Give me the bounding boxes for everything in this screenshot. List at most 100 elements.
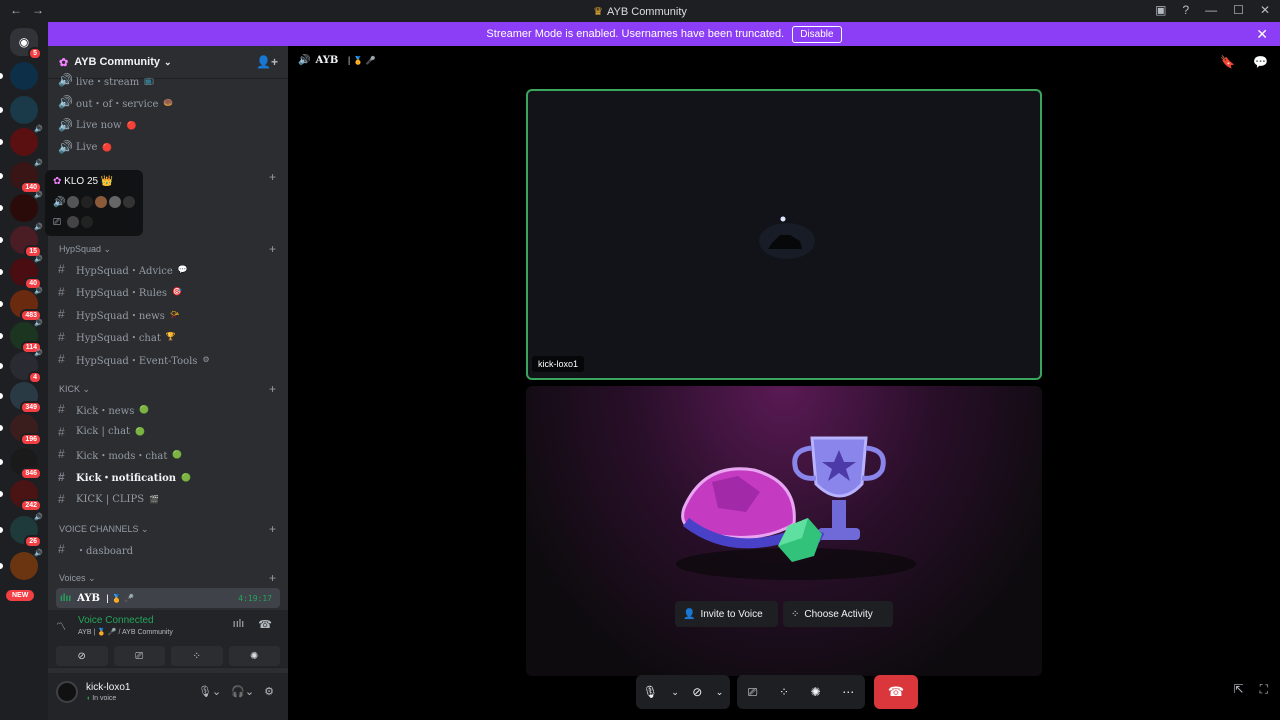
server-icon[interactable]: 242 <box>10 480 42 512</box>
server-icon[interactable]: 196 <box>10 414 42 446</box>
settings-gear-icon[interactable]: ⚙ <box>264 685 274 698</box>
server-icon[interactable] <box>10 96 38 124</box>
channel-item[interactable]: # HypSquad・Event-Tools ⚙ <box>58 349 210 369</box>
chat-bubble-icon[interactable]: 💬 <box>1253 55 1268 69</box>
chevron-down-icon[interactable]: ⌄ <box>671 687 679 698</box>
camera-off-button[interactable]: ⊘ <box>56 646 108 666</box>
username[interactable]: kick-loxo1 <box>86 682 130 693</box>
soundboard-icon[interactable]: ✺ <box>811 685 821 699</box>
invite-to-voice-button[interactable]: 👤 Invite to Voice <box>675 601 778 627</box>
server-hover-popup: ✿ KLO 25 👑 🔊 ⎚ <box>45 170 143 236</box>
speaker-icon: 🔊 <box>58 140 73 154</box>
channel-emoji-icon: 🟢 <box>172 449 183 459</box>
server-icon[interactable]: 🔊 483 <box>10 288 43 322</box>
disable-button[interactable]: Disable <box>792 25 842 43</box>
avatar <box>67 196 80 208</box>
stream-icon: ⎚ <box>53 216 61 228</box>
chevron-down-icon: ⌄ <box>85 573 96 583</box>
chevron-down-icon[interactable]: ⌄ <box>716 687 724 698</box>
mention-badge: 196 <box>20 433 42 446</box>
server-icon[interactable]: 🔊 4 <box>10 350 43 384</box>
choose-activity-button[interactable]: ⁘ Choose Activity <box>783 601 893 627</box>
invite-people-icon[interactable]: 👤+ <box>256 55 278 69</box>
category-header[interactable]: VOICE CHANNELS ⌄ <box>59 524 149 535</box>
server-icon[interactable]: 🔊 40 <box>10 256 43 290</box>
headphones-icon[interactable]: 🎧⌄ <box>231 685 254 698</box>
bookmark-icon[interactable]: 🔖 <box>1220 55 1235 69</box>
close-window-icon[interactable]: ✕ <box>1260 3 1270 17</box>
channel-item[interactable]: # Kick・notification 🟢 <box>58 467 191 487</box>
voice-location[interactable]: AYB | 🏅 🎤 / AYB Community <box>78 628 173 636</box>
channel-item[interactable]: # HypSquad・Rules 🎯 <box>58 282 182 302</box>
server-icon[interactable]: 🔊 <box>10 550 43 580</box>
speaker-icon: 🔊 <box>34 550 43 557</box>
disconnect-button[interactable]: ☎ <box>874 675 918 709</box>
channel-item[interactable]: # Kick | chat 🟢 <box>58 422 145 442</box>
server-icon[interactable] <box>10 62 38 90</box>
hash-icon: # <box>58 469 65 484</box>
camera-off-icon[interactable]: ⊘ <box>692 685 702 699</box>
fullscreen-icon[interactable]: ⛶ <box>1260 682 1268 697</box>
signal-icon[interactable]: 〽 <box>56 618 66 633</box>
channel-item[interactable]: # HypSquad・news 📯 <box>58 304 180 324</box>
screen-share-button[interactable]: ⎚ <box>113 646 165 666</box>
category-header[interactable]: KICK ⌄ <box>59 384 90 395</box>
channel-item[interactable]: # ・dasboard <box>58 539 133 559</box>
server-icon[interactable]: 🔊 140 <box>10 160 43 194</box>
unread-indicator <box>0 107 3 113</box>
server-icon[interactable]: 🔊 <box>10 192 43 222</box>
inbox-icon[interactable]: ▣ <box>1155 3 1166 17</box>
streamer-mode-banner: Streamer Mode is enabled. Usernames have… <box>48 22 1280 46</box>
minimize-icon[interactable]: — <box>1205 3 1217 17</box>
create-channel-icon[interactable]: + <box>269 170 276 184</box>
speaker-icon: 🔊 <box>34 256 43 263</box>
channel-name: Kick・mods・chat <box>76 450 168 462</box>
screen-share-icon[interactable]: ⎚ <box>748 685 758 700</box>
disconnect-icon[interactable]: ☎ <box>258 618 272 631</box>
speaker-icon: 🔊 <box>34 126 43 133</box>
activities-button[interactable]: ⁘ <box>171 646 223 666</box>
server-icon[interactable]: 🔊 15 <box>10 224 43 258</box>
microphone-icon[interactable]: 🎙 <box>643 685 658 699</box>
chevron-down-icon: ⌄ <box>101 244 112 254</box>
video-tile[interactable]: kick-loxo1 <box>526 89 1042 380</box>
channel-item[interactable]: # Kick・mods・chat 🟢 <box>58 444 182 464</box>
channel-name: HypSquad・Event-Tools <box>76 355 198 367</box>
channel-emoji-icon: 🎯 <box>172 287 183 296</box>
voice-status[interactable]: Voice Connected <box>78 615 154 626</box>
soundboard-button[interactable]: ✺ <box>228 646 280 666</box>
create-channel-icon[interactable]: + <box>269 571 276 585</box>
channel-item[interactable]: 🔊 out・of・service 🍩 <box>58 92 173 112</box>
discord-home-icon[interactable]: ◉ 5 <box>10 28 42 60</box>
avatar[interactable] <box>56 681 78 703</box>
title-bar: ← → ♛ AYB Community ▣ ? — ☐ ✕ <box>0 0 1280 22</box>
channel-item[interactable]: # Kick・news 🟢 <box>58 399 149 419</box>
server-icon[interactable]: 🔊 114 <box>10 320 43 354</box>
hash-icon: # <box>58 284 65 299</box>
maximize-icon[interactable]: ☐ <box>1233 3 1244 17</box>
more-options-icon[interactable]: ⋯ <box>842 685 854 699</box>
help-icon[interactable]: ? <box>1182 3 1189 17</box>
noise-suppression-icon[interactable]: ıılı <box>233 618 245 631</box>
server-icon[interactable]: 🔊 26 <box>10 514 43 548</box>
channel-item[interactable]: # HypSquad・chat 🏆 <box>58 327 176 347</box>
close-icon[interactable]: ✕ <box>1256 26 1268 43</box>
create-channel-icon[interactable]: + <box>269 522 276 536</box>
create-channel-icon[interactable]: + <box>269 242 276 256</box>
server-icon[interactable]: 349 <box>10 382 42 414</box>
channel-item[interactable]: 🔊 Live 🔴 <box>58 137 112 157</box>
microphone-icon[interactable]: 🎙⌄ <box>198 685 221 698</box>
active-voice-channel[interactable]: ılıı AYB | 🏅 🎤 4:19:17 <box>56 588 280 608</box>
server-icon[interactable]: 🔊 <box>10 126 43 156</box>
channel-item[interactable]: # HypSquad・Advice 💬 <box>58 259 188 279</box>
channel-item[interactable]: 🔊 live・stream 📺 <box>58 70 154 90</box>
channel-item[interactable]: # KICK | CLIPS 🎬 <box>58 489 159 509</box>
create-channel-icon[interactable]: + <box>269 382 276 396</box>
category-header[interactable]: HypSquad ⌄ <box>59 244 111 255</box>
category-header[interactable]: Voices ⌄ <box>59 573 96 584</box>
server-icon[interactable]: 846 <box>10 448 42 480</box>
channel-item[interactable]: 🔊 Live now 🔴 <box>58 115 137 135</box>
mention-badge: 26 <box>24 535 42 548</box>
pop-out-icon[interactable]: ⇱ <box>1234 682 1244 697</box>
activities-icon[interactable]: ⁘ <box>779 685 789 699</box>
